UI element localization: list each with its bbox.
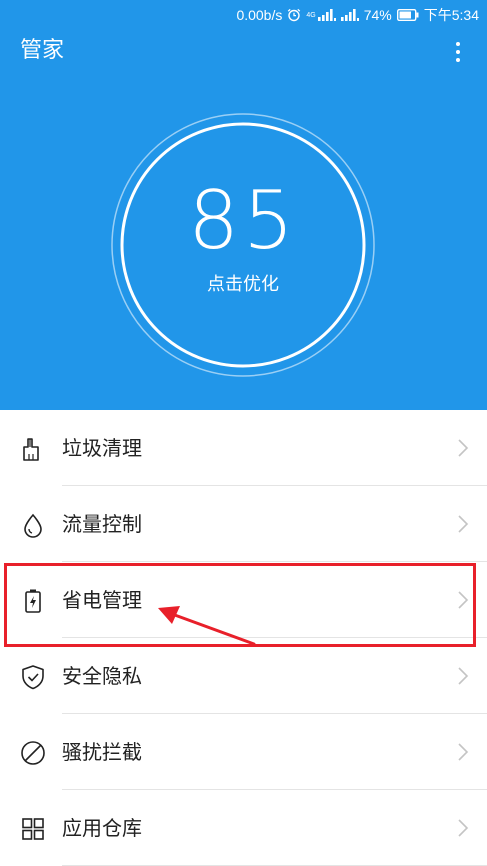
grid-icon <box>20 816 46 842</box>
alarm-icon <box>287 8 301 22</box>
droplet-icon <box>20 512 46 538</box>
battery-icon <box>20 588 46 614</box>
chevron-right-icon <box>457 514 469 534</box>
header-panel: 0.00b/s 4G 74% 下午5:34 管家 85 点击优化 <box>0 0 487 410</box>
optimize-label: 点击优化 <box>207 274 279 295</box>
clock-time: 下午5:34 <box>423 7 479 23</box>
menu-item-label: 应用仓库 <box>62 816 142 840</box>
battery-percent: 74% <box>363 7 392 23</box>
menu-item-label: 流量控制 <box>62 512 142 536</box>
page-title: 管家 <box>20 38 65 63</box>
battery-status-icon <box>396 9 419 21</box>
menu-item-label: 安全隐私 <box>62 664 142 688</box>
chevron-right-icon <box>457 590 469 610</box>
broom-icon <box>20 436 46 462</box>
shield-check-icon <box>20 664 46 690</box>
more-options-button[interactable] <box>453 40 463 64</box>
score-gauge-button[interactable]: 85 点击优化 <box>109 111 377 379</box>
phone-screen: 0.00b/s 4G 74% 下午5:34 管家 85 点击优化 垃圾清理 流量… <box>0 0 487 866</box>
menu-item-app-store[interactable]: 应用仓库 <box>0 790 487 866</box>
network-type: 4G <box>306 11 316 19</box>
feature-list: 垃圾清理 流量控制 省电管理 安全隐私 骚扰拦截 应用仓库 <box>0 410 487 866</box>
chevron-right-icon <box>457 742 469 762</box>
menu-item-power-saving[interactable]: 省电管理 <box>0 562 487 638</box>
network-speed: 0.00b/s <box>236 7 283 23</box>
menu-item-label: 省电管理 <box>62 588 142 612</box>
menu-item-security-privacy[interactable]: 安全隐私 <box>0 638 487 714</box>
status-indicators: 0.00b/s 4G 74% 下午5:34 <box>236 5 479 25</box>
chevron-right-icon <box>457 818 469 838</box>
menu-item-harassment-block[interactable]: 骚扰拦截 <box>0 714 487 790</box>
block-icon <box>20 740 46 766</box>
status-bar: 0.00b/s 4G 74% 下午5:34 <box>0 0 487 28</box>
signal-icon <box>317 9 336 21</box>
chevron-right-icon <box>457 666 469 686</box>
menu-item-label: 骚扰拦截 <box>62 740 142 764</box>
signal-icon-secondary <box>340 9 359 21</box>
more-vertical-icon <box>456 42 460 62</box>
menu-item-data-control[interactable]: 流量控制 <box>0 486 487 562</box>
health-score: 85 <box>188 174 298 267</box>
chevron-right-icon <box>457 438 469 458</box>
menu-item-label: 垃圾清理 <box>62 436 142 460</box>
menu-item-junk-cleanup[interactable]: 垃圾清理 <box>0 410 487 486</box>
